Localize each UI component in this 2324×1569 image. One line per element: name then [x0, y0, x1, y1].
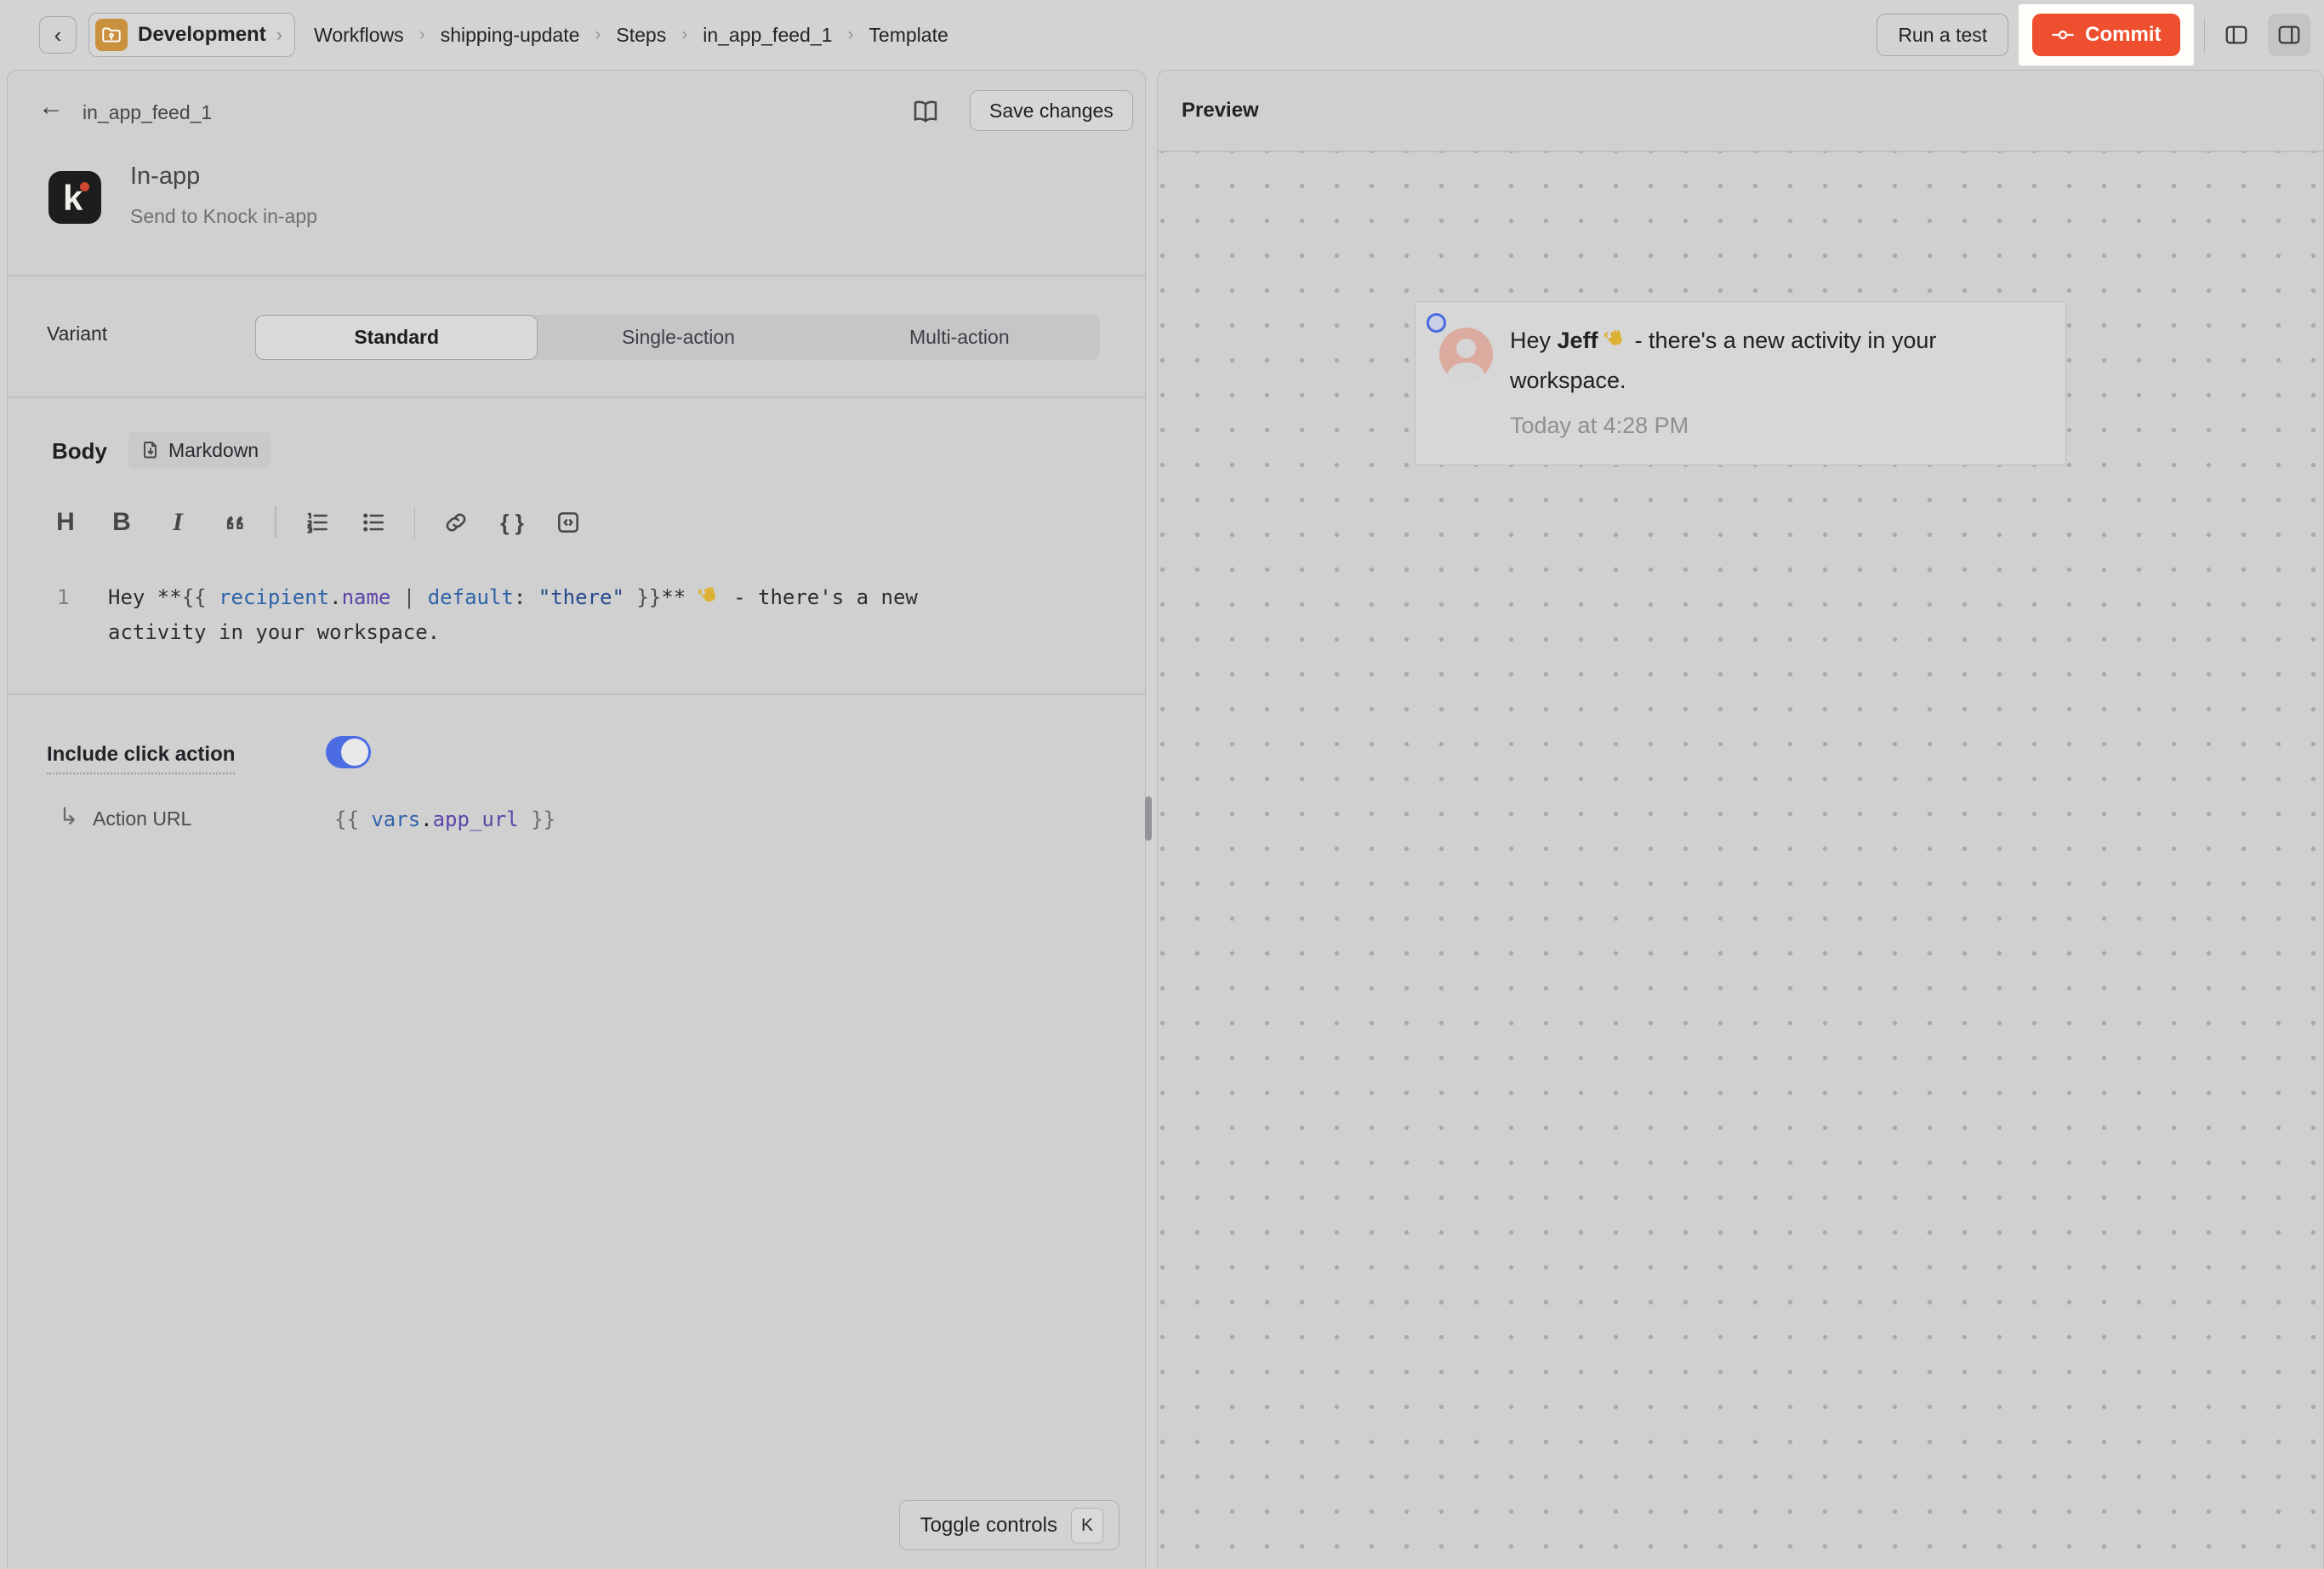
- action-url-label: Action URL: [93, 807, 191, 830]
- chevron-separator-icon: ›: [681, 25, 687, 45]
- preview-header: Preview: [1158, 71, 2323, 151]
- toggle-left-panel-button[interactable]: [2215, 14, 2258, 56]
- breadcrumb-steps[interactable]: Steps: [616, 24, 666, 47]
- markdown-file-icon: [140, 440, 161, 460]
- preview-canvas: Hey Jeff - there's a new activity in you…: [1158, 151, 2323, 1569]
- commit-highlight-box: Commit: [2019, 4, 2193, 66]
- chevron-right-icon: ›: [276, 24, 282, 46]
- variant-option-single-action[interactable]: Single-action: [538, 315, 818, 360]
- bold-icon[interactable]: B: [106, 507, 137, 538]
- knock-channel-logo: k: [48, 171, 101, 224]
- variant-segmented-control: Standard Single-action Multi-action: [255, 315, 1100, 360]
- environment-selector[interactable]: Development ›: [88, 13, 295, 57]
- heading-icon[interactable]: H: [50, 507, 81, 538]
- breadcrumb-workflows[interactable]: Workflows: [314, 24, 404, 47]
- include-click-action-toggle[interactable]: [326, 736, 371, 768]
- step-name-title: in_app_feed_1: [83, 101, 212, 124]
- preview-title: Preview: [1182, 99, 1259, 123]
- section-divider: [8, 693, 1145, 695]
- italic-icon[interactable]: I: [162, 507, 193, 538]
- chevron-separator-icon: ›: [847, 25, 853, 45]
- wave-emoji-icon: [1604, 326, 1628, 362]
- breadcrumb-template[interactable]: Template: [869, 24, 948, 47]
- toolbar-separator: [414, 506, 416, 539]
- editor-line-number: 1: [57, 582, 69, 613]
- run-a-test-button[interactable]: Run a test: [1877, 14, 2008, 56]
- wave-emoji-icon: [698, 585, 721, 617]
- chevron-separator-icon: ›: [419, 25, 425, 45]
- variant-option-multi-action[interactable]: Multi-action: [819, 315, 1100, 360]
- template-body-editor[interactable]: Hey **{{ recipient.name | default: "ther…: [108, 582, 998, 648]
- unordered-list-icon[interactable]: [358, 507, 389, 538]
- preview-panel: Preview Hey Jeff - there's a new activit…: [1157, 70, 2324, 1569]
- channel-description: Send to Knock in-app: [130, 205, 317, 228]
- right-panel-layout-icon: [2276, 22, 2302, 48]
- avatar: [1439, 328, 1493, 381]
- variant-option-standard[interactable]: Standard: [255, 315, 538, 360]
- notification-message: Hey Jeff - there's a new activity in you…: [1510, 322, 2046, 399]
- open-book-icon: [912, 98, 939, 125]
- back-arrow-icon[interactable]: ←: [38, 93, 64, 122]
- top-bar: ‹ Development › Workflows › shipping-upd…: [0, 0, 2324, 70]
- keyboard-shortcut-badge: K: [1071, 1508, 1103, 1543]
- environment-folder-icon: [95, 19, 128, 51]
- toolbar-separator: [275, 506, 276, 539]
- breadcrumb: Workflows › shipping-update › Steps › in…: [314, 24, 948, 47]
- toggle-controls-button[interactable]: Toggle controls K: [899, 1500, 1119, 1550]
- template-editor-panel: ← in_app_feed_1 Save changes k In-app Se…: [7, 70, 1146, 1569]
- commit-button[interactable]: Commit: [2032, 14, 2179, 56]
- blockquote-icon[interactable]: [219, 507, 249, 538]
- git-commit-icon: [2051, 23, 2075, 47]
- nested-arrow-icon: ↳: [59, 802, 78, 830]
- markdown-format-badge[interactable]: Markdown: [128, 431, 271, 469]
- chevron-separator-icon: ›: [595, 25, 601, 45]
- link-icon[interactable]: [441, 507, 471, 538]
- environment-name: Development: [138, 23, 266, 47]
- body-field-label: Body: [52, 438, 107, 465]
- chevron-left-icon: ‹: [54, 24, 62, 46]
- ordered-list-icon[interactable]: [302, 507, 333, 538]
- notification-timestamp: Today at 4:28 PM: [1510, 413, 1689, 439]
- variant-label: Variant: [47, 322, 107, 345]
- toggle-right-panel-button[interactable]: [2268, 14, 2310, 56]
- unread-indicator-dot: [1427, 313, 1446, 333]
- toolbar-divider: [2204, 18, 2206, 52]
- notification-preview-card[interactable]: Hey Jeff - there's a new activity in you…: [1415, 301, 2066, 465]
- action-url-value[interactable]: {{ vars.app_url }}: [334, 804, 555, 836]
- include-click-action-label: Include click action: [47, 743, 235, 774]
- docs-button[interactable]: [906, 92, 945, 131]
- save-changes-button[interactable]: Save changes: [970, 90, 1133, 131]
- recipient-name: Jeff: [1558, 328, 1598, 353]
- breadcrumb-step-name[interactable]: in_app_feed_1: [703, 24, 832, 47]
- back-button[interactable]: ‹: [39, 16, 77, 54]
- formatting-toolbar: H B I { }: [50, 506, 584, 539]
- breadcrumb-workflow-name[interactable]: shipping-update: [441, 24, 580, 47]
- channel-name: In-app: [130, 163, 200, 191]
- variable-braces-icon[interactable]: { }: [497, 507, 527, 538]
- panel-resize-handle[interactable]: [1145, 796, 1152, 841]
- section-divider: [8, 397, 1145, 398]
- left-panel-layout-icon: [2224, 22, 2249, 48]
- section-divider: [8, 275, 1145, 277]
- code-block-icon[interactable]: [553, 507, 584, 538]
